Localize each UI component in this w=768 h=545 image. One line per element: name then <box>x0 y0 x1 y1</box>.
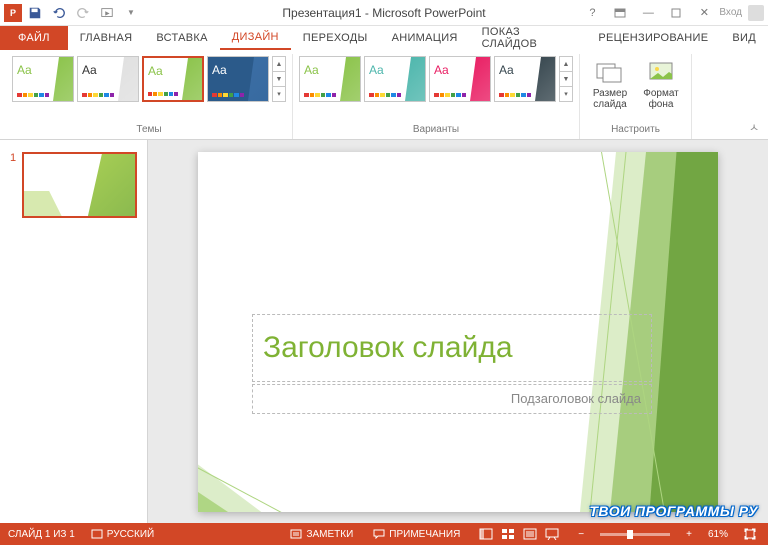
ribbon-display-button[interactable] <box>607 2 633 24</box>
powerpoint-app-icon: P <box>4 4 22 22</box>
qat-customize-button[interactable]: ▼ <box>120 2 142 24</box>
slide-subtitle-text: Подзаголовок слайда <box>511 391 641 406</box>
comments-button[interactable]: ПРИМЕЧАНИЯ <box>369 529 464 540</box>
slide-canvas: Заголовок слайда Подзаголовок слайда <box>198 152 718 512</box>
variant-thumb-1[interactable]: Aa <box>364 56 426 102</box>
fit-to-window-button[interactable] <box>740 528 760 540</box>
notes-button[interactable]: ЗАМЕТКИ <box>286 529 357 540</box>
tab-slideshow[interactable]: ПОКАЗ СЛАЙДОВ <box>470 26 587 50</box>
slides-thumbnail-panel[interactable]: 1 <box>0 140 148 523</box>
ribbon: AaAaAaAa▲▼▾ Темы AaAaAaAa▲▼▾ Варианты Ра… <box>0 50 768 140</box>
slide-subtitle-placeholder[interactable]: Подзаголовок слайда <box>252 384 652 414</box>
customize-group-label: Настроить <box>611 122 660 139</box>
language-button[interactable]: РУССКИЙ <box>87 529 158 540</box>
tab-animations[interactable]: АНИМАЦИЯ <box>380 26 470 50</box>
slide-size-button[interactable]: Размер слайда <box>586 56 634 112</box>
view-buttons <box>476 526 562 542</box>
status-bar: СЛАЙД 1 ИЗ 1 РУССКИЙ ЗАМЕТКИ ПРИМЕЧАНИЯ … <box>0 523 768 545</box>
theme-thumb-0[interactable]: Aa <box>12 56 74 102</box>
ribbon-group-customize: Размер слайда Формат фона Настроить <box>580 54 692 139</box>
user-avatar-icon[interactable] <box>748 5 764 21</box>
slide-size-icon <box>594 58 626 86</box>
close-button[interactable]: ✕ <box>691 2 717 24</box>
tab-insert[interactable]: ВСТАВКА <box>144 26 219 50</box>
help-button[interactable]: ? <box>579 2 605 24</box>
comments-icon <box>373 529 385 539</box>
normal-view-button[interactable] <box>476 526 496 542</box>
collapse-ribbon-button[interactable]: ㅅ <box>746 119 762 135</box>
window-controls: ? — ✕ Вход <box>579 2 764 24</box>
spell-check-icon <box>91 529 103 539</box>
slide-editor[interactable]: Заголовок слайда Подзаголовок слайда <box>148 140 768 523</box>
start-from-beginning-button[interactable] <box>96 2 118 24</box>
reading-view-button[interactable] <box>520 526 540 542</box>
variant-thumb-2[interactable]: Aa <box>429 56 491 102</box>
zoom-slider[interactable] <box>600 533 670 536</box>
slide-decor-left <box>198 412 328 512</box>
theme-thumb-1[interactable]: Aa <box>77 56 139 102</box>
notes-icon <box>290 529 302 539</box>
undo-button[interactable] <box>48 2 70 24</box>
variants-group-label: Варианты <box>413 122 459 139</box>
redo-button[interactable] <box>72 2 94 24</box>
theme-thumb-3[interactable]: Aa <box>207 56 269 102</box>
themes-more-button[interactable]: ▲▼▾ <box>272 56 286 102</box>
slide-title-placeholder[interactable]: Заголовок слайда <box>252 314 652 382</box>
slide-counter[interactable]: СЛАЙД 1 ИЗ 1 <box>8 529 75 540</box>
sign-in-link[interactable]: Вход <box>719 7 742 18</box>
title-bar: P ▼ Презентация1 - Microsoft PowerPoint … <box>0 0 768 26</box>
zoom-out-button[interactable]: − <box>574 529 588 540</box>
slide-thumbnail-1[interactable]: 1 <box>10 152 137 218</box>
ribbon-tabs: ФАЙЛ ГЛАВНАЯ ВСТАВКА ДИЗАЙН ПЕРЕХОДЫ АНИ… <box>0 26 768 50</box>
slideshow-view-button[interactable] <box>542 526 562 542</box>
zoom-in-button[interactable]: + <box>682 529 696 540</box>
variants-more-button[interactable]: ▲▼▾ <box>559 56 573 102</box>
slide-mini-preview <box>22 152 137 218</box>
window-title: Презентация1 - Microsoft PowerPoint <box>282 6 485 20</box>
tab-view[interactable]: ВИД <box>720 26 768 50</box>
tab-design[interactable]: ДИЗАЙН <box>220 26 291 50</box>
tab-home[interactable]: ГЛАВНАЯ <box>68 26 145 50</box>
save-button[interactable] <box>24 2 46 24</box>
slide-sorter-button[interactable] <box>498 526 518 542</box>
tab-transitions[interactable]: ПЕРЕХОДЫ <box>291 26 380 50</box>
workspace: 1 Заголовок слайда <box>0 140 768 523</box>
ribbon-group-variants: AaAaAaAa▲▼▾ Варианты <box>293 54 580 139</box>
tab-review[interactable]: РЕЦЕНЗИРОВАНИЕ <box>586 26 720 50</box>
tab-file[interactable]: ФАЙЛ <box>0 26 68 50</box>
slide-number: 1 <box>10 152 16 218</box>
themes-group-label: Темы <box>136 122 161 139</box>
format-background-button[interactable]: Формат фона <box>637 56 685 112</box>
variant-thumb-0[interactable]: Aa <box>299 56 361 102</box>
ribbon-group-themes: AaAaAaAa▲▼▾ Темы <box>6 54 293 139</box>
zoom-level[interactable]: 61% <box>708 529 728 540</box>
maximize-button[interactable] <box>663 2 689 24</box>
minimize-button[interactable]: — <box>635 2 661 24</box>
quick-access-toolbar: P ▼ <box>0 2 142 24</box>
format-background-icon <box>645 58 677 86</box>
slide-title-text: Заголовок слайда <box>263 331 513 365</box>
theme-thumb-2[interactable]: Aa <box>142 56 204 102</box>
variant-thumb-3[interactable]: Aa <box>494 56 556 102</box>
